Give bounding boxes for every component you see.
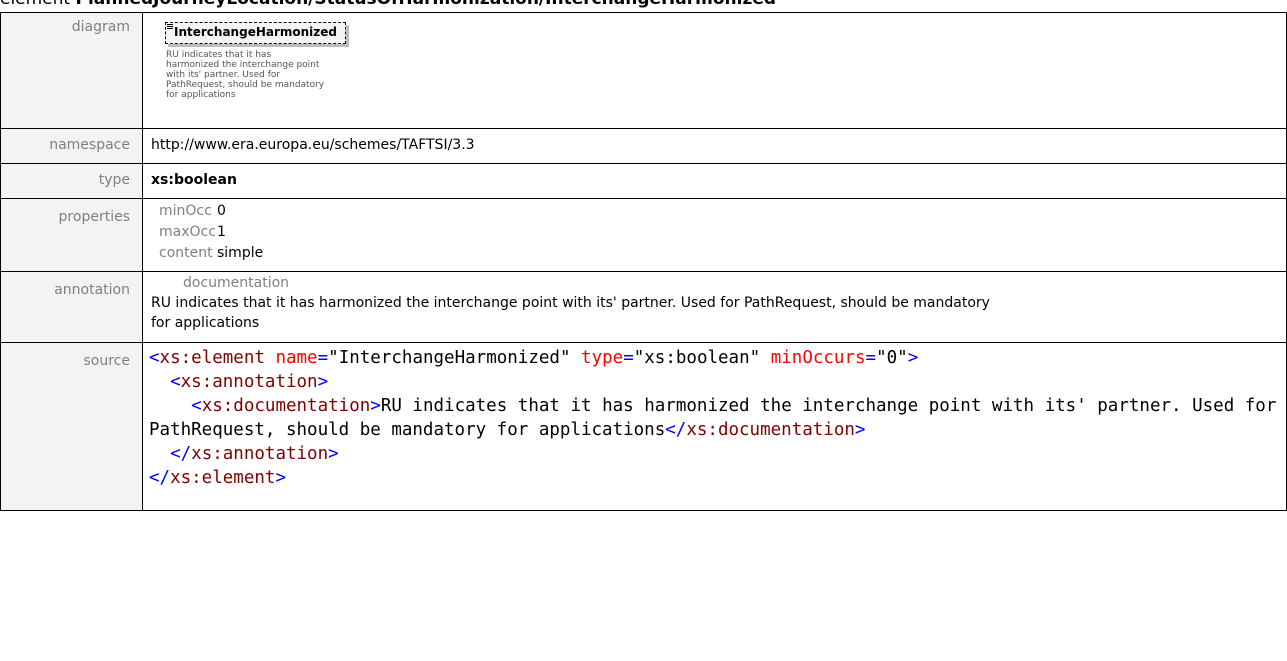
annotation-label: annotation [0, 271, 143, 343]
diagram-documentation: RU indicates that it has harmonized the … [166, 50, 325, 100]
diagram-cell: InterchangeHarmonized RU indicates that … [142, 12, 1287, 129]
namespace-row: namespace http://www.era.europa.eu/schem… [0, 128, 1287, 164]
documentation-label: documentation [183, 275, 290, 291]
source-cell: <xs:element name="InterchangeHarmonized"… [142, 342, 1287, 511]
heading-prefix: element [0, 0, 76, 9]
source-code: <xs:element name="InterchangeHarmonized"… [149, 348, 1287, 488]
properties-label: properties [0, 198, 143, 272]
properties-row: properties minOcc 0 maxOcc 1 content sim… [0, 198, 1287, 272]
property-value: 0 [217, 203, 226, 219]
heading-path: PlannedJourneyLocation/StatusOfHarmoniza… [76, 0, 777, 9]
property-value: simple [217, 245, 264, 261]
source-label: source [0, 342, 143, 511]
page-heading: element PlannedJourneyLocation/StatusOfH… [0, 0, 776, 9]
namespace-label: namespace [0, 128, 143, 164]
documentation-lines-icon [167, 24, 173, 30]
element-diagram-box[interactable]: InterchangeHarmonized [165, 22, 347, 44]
property-key: content [159, 245, 213, 261]
diagram-element-name: InterchangeHarmonized [174, 25, 338, 39]
annotation-cell: documentation RU indicates that it has h… [142, 271, 1287, 343]
property-key: maxOcc [159, 224, 216, 240]
source-row: source <xs:element name="InterchangeHarm… [0, 342, 1287, 511]
property-value: 1 [217, 224, 226, 240]
properties-list: minOcc 0 maxOcc 1 content simple [159, 201, 1286, 264]
documentation-text: RU indicates that it has harmonized the … [151, 295, 990, 331]
type-row: type xs:boolean [0, 163, 1287, 199]
type-value[interactable]: xs:boolean [142, 163, 1287, 199]
diagram-row: diagram InterchangeHarmonized RU indicat… [0, 12, 1287, 129]
annotation-row: annotation documentation RU indicates th… [0, 271, 1287, 343]
property-key: minOcc [159, 203, 212, 219]
element-properties-table: diagram InterchangeHarmonized RU indicat… [0, 12, 1287, 511]
type-label: type [0, 163, 143, 199]
namespace-value: http://www.era.europa.eu/schemes/TAFTSI/… [142, 128, 1287, 164]
properties-cell: minOcc 0 maxOcc 1 content simple [142, 198, 1287, 272]
diagram-label: diagram [0, 12, 143, 129]
